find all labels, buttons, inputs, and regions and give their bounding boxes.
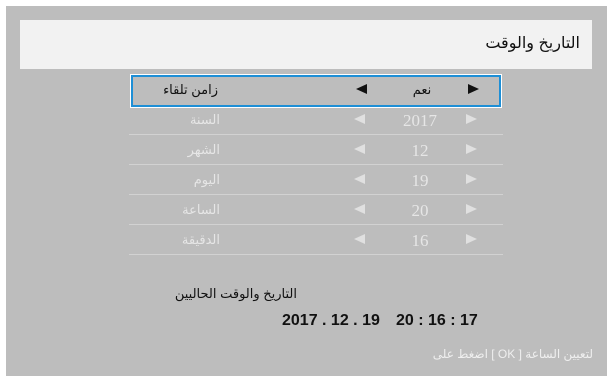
current-time: 20 : 16 : 17	[396, 312, 478, 329]
setting-label: زامن تلقاء	[163, 82, 218, 97]
triangle-left-icon[interactable]	[354, 114, 365, 124]
setting-label: الساعة	[182, 202, 220, 217]
setting-value: نعم	[412, 82, 432, 97]
setting-label: اليوم	[193, 172, 220, 187]
setting-row-day[interactable]: اليوم 19	[129, 165, 503, 195]
setting-label: الدقيقة	[181, 232, 220, 247]
triangle-left-icon[interactable]	[354, 204, 365, 214]
triangle-right-icon[interactable]	[466, 114, 477, 124]
setting-row-hour[interactable]: الساعة 20	[129, 195, 503, 225]
triangle-right-icon[interactable]	[466, 144, 477, 154]
setting-row-auto-sync[interactable]: زامن تلقاء نعم	[130, 74, 502, 108]
setting-value: 16	[411, 231, 429, 250]
setting-value: 2017	[403, 111, 437, 130]
setting-value: 19	[411, 171, 429, 190]
title-bar: التاريخ والوقت	[20, 20, 592, 69]
triangle-right-icon[interactable]	[468, 84, 479, 94]
page-title: التاريخ والوقت	[485, 35, 580, 52]
setting-value: 20	[411, 201, 429, 220]
row-divider	[129, 254, 503, 255]
triangle-left-icon[interactable]	[354, 174, 365, 184]
setting-label: السنة	[189, 112, 220, 127]
setting-row-minute[interactable]: الدقيقة 16	[129, 225, 503, 255]
setting-value: 12	[411, 141, 429, 160]
current-date: 2017 . 12 . 19	[282, 312, 380, 329]
setting-row-month[interactable]: الشهر 12	[129, 135, 503, 165]
triangle-right-icon[interactable]	[466, 234, 477, 244]
triangle-right-icon[interactable]	[466, 174, 477, 184]
settings-panel: التاريخ والوقت زامن تلقاء نعم السنة 2017…	[6, 6, 607, 376]
triangle-left-icon[interactable]	[356, 84, 367, 94]
triangle-right-icon[interactable]	[466, 204, 477, 214]
triangle-left-icon[interactable]	[354, 144, 365, 154]
ok-hint: اضغط على [ OK ] لتعيين الساعة	[432, 347, 593, 361]
triangle-left-icon[interactable]	[354, 234, 365, 244]
setting-row-year[interactable]: السنة 2017	[129, 105, 503, 135]
current-datetime-label: التاريخ والوقت الحاليين	[174, 286, 297, 301]
setting-label: الشهر	[187, 142, 220, 157]
